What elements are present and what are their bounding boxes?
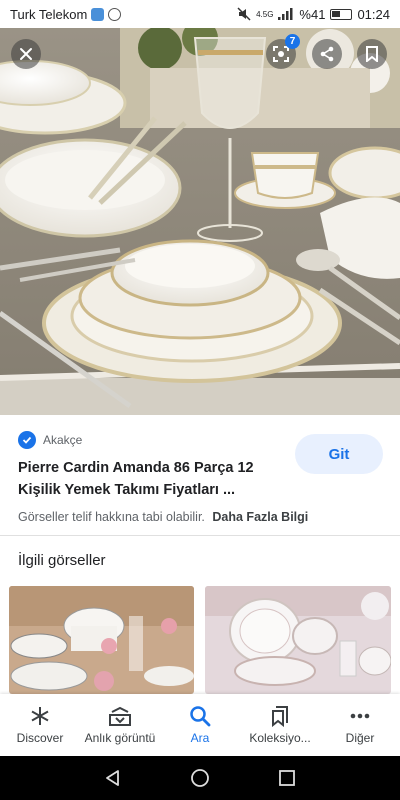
clock: 01:24 (357, 6, 390, 22)
network-type: 4.5G (256, 9, 274, 19)
close-icon (20, 48, 32, 60)
nav-label: Ara (190, 731, 210, 745)
lens-count-badge: 7 (285, 34, 300, 49)
copyright-text: Görseller telif hakkına tabi olabilir. (18, 510, 205, 524)
asterisk-icon (31, 707, 49, 725)
close-button[interactable] (11, 39, 41, 69)
nav-label: Koleksiyo... (249, 731, 311, 745)
recents-icon[interactable] (277, 768, 297, 788)
related-image-1[interactable] (9, 586, 194, 694)
back-icon[interactable] (103, 768, 123, 788)
nav-snapshot[interactable]: Anlık görüntü (80, 694, 160, 756)
result-info: Akakçe Pierre Cardin Amanda 86 Parça 12 … (0, 415, 400, 535)
related-images-heading: İlgili görseller (18, 552, 106, 569)
nav-label: Discover (16, 731, 64, 745)
result-title[interactable]: Pierre Cardin Amanda 86 Parça 12 Kişilik… (18, 457, 283, 501)
divider (0, 535, 400, 536)
status-left: Turk Telekom (10, 6, 122, 22)
more-info-link[interactable]: Daha Fazla Bilgi (212, 510, 308, 524)
carrier-name: Turk Telekom (10, 6, 88, 22)
snapshot-icon (109, 706, 131, 726)
signal-icon (278, 8, 293, 20)
more-icon (350, 713, 370, 719)
copyright-notice: Görseller telif hakkına tabi olabilir. D… (18, 510, 308, 524)
related-image-2[interactable] (205, 586, 391, 694)
bookmark-icon (366, 46, 378, 62)
nav-label: Diğer (345, 731, 375, 745)
visit-button[interactable]: Git (295, 434, 383, 474)
related-thumbnail (9, 586, 194, 694)
nav-search[interactable]: Ara (160, 694, 240, 756)
source-name: Akakçe (43, 433, 83, 447)
nav-discover[interactable]: Discover (0, 694, 80, 756)
mute-icon (237, 7, 251, 21)
nav-more[interactable]: Diğer (320, 694, 400, 756)
verified-icon (18, 431, 36, 449)
status-bar: Turk Telekom 4.5G %41 01:24 (0, 0, 400, 28)
bottom-navigation: Discover Anlık görüntü Ara Koleksiyo... … (0, 694, 400, 756)
tableware-photo (0, 28, 400, 415)
share-icon (320, 46, 334, 62)
search-icon (190, 706, 211, 727)
result-image[interactable]: 7 (0, 28, 400, 415)
battery-percent: %41 (299, 6, 326, 22)
home-icon[interactable] (190, 768, 210, 788)
source-row[interactable]: Akakçe (18, 431, 82, 449)
security-app-icon (91, 7, 105, 21)
lens-button[interactable]: 7 (266, 34, 300, 69)
system-navigation-bar (0, 756, 400, 800)
nav-collections[interactable]: Koleksiyo... (240, 694, 320, 756)
battery-icon (330, 8, 353, 20)
save-button[interactable] (357, 39, 387, 69)
share-button[interactable] (312, 39, 342, 69)
whatsapp-icon (108, 7, 122, 21)
related-thumbnail (205, 586, 391, 694)
collections-icon (272, 706, 288, 727)
status-right: 4.5G %41 01:24 (237, 7, 390, 22)
nav-label: Anlık görüntü (84, 731, 156, 745)
